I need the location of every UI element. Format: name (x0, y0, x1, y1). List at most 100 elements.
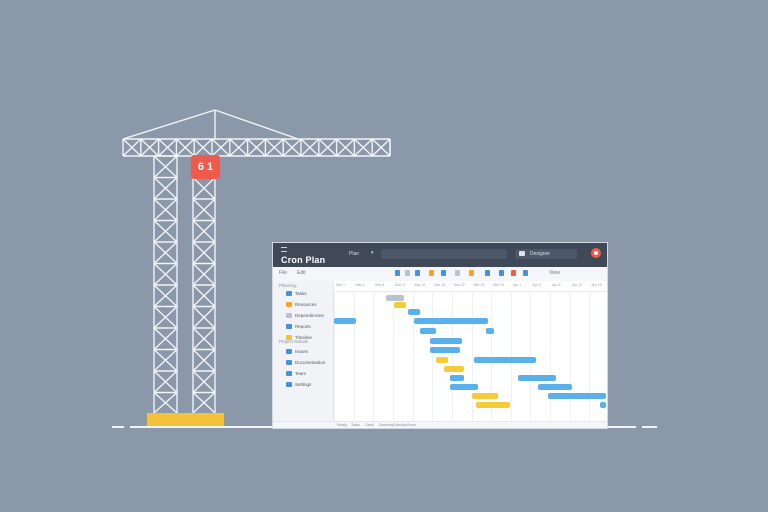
gantt-grid (334, 291, 607, 421)
sidebar-item-tasks[interactable]: Tasks (286, 291, 330, 298)
gantt-task-bar[interactable] (436, 357, 448, 363)
sidebar-item-documentation[interactable]: Documentation (286, 360, 330, 367)
flag-icon[interactable] (429, 270, 434, 276)
status-item[interactable]: Tasks (351, 423, 360, 427)
chevron-down-icon[interactable]: ▾ (371, 250, 374, 256)
timeline-column-label: Mar 15 (414, 283, 426, 287)
gantt-task-bar[interactable] (600, 402, 606, 408)
gantt-task-bar[interactable] (430, 338, 462, 344)
filter-icon[interactable] (455, 270, 460, 276)
sidebar-section-title: Project Details (279, 339, 309, 344)
toolbar-item[interactable]: Edit (297, 270, 306, 276)
status-item[interactable]: Zoom (407, 423, 416, 427)
grid-line (432, 291, 434, 421)
timeline-column-label: Mar 29 (493, 283, 505, 287)
status-bar: Ready Tasks Gantt Summary Calendar Zoom (273, 421, 607, 428)
timeline-column-label: Mar 11 (394, 283, 406, 287)
status-item[interactable]: Gantt (365, 423, 374, 427)
status-item[interactable]: Summary (379, 423, 394, 427)
gantt-task-bar[interactable] (538, 384, 572, 390)
gantt-task-bar[interactable] (420, 328, 436, 334)
gantt-task-bar[interactable] (408, 309, 420, 315)
gantt-task-bar[interactable] (518, 375, 556, 381)
item-icon (286, 371, 292, 376)
alert-icon[interactable] (511, 270, 516, 276)
gantt-task-bar[interactable] (414, 318, 488, 324)
gantt-task-bar[interactable] (386, 295, 404, 301)
gantt-task-bar[interactable] (444, 366, 464, 372)
gantt-task-bar[interactable] (472, 393, 498, 399)
sidebar-item-issues[interactable]: Issues (286, 349, 330, 356)
notification-icon[interactable] (591, 248, 601, 258)
grid-line (510, 291, 512, 421)
gantt-task-bar[interactable] (450, 384, 478, 390)
grid-line (392, 291, 394, 421)
timeline-column-label: Mar 1 (336, 283, 345, 287)
timeline-column-label: Apr 5 (532, 283, 541, 287)
folder-icon (286, 313, 292, 318)
grid-line (353, 291, 355, 421)
sidebar-item-dependencies[interactable]: Dependencies (286, 313, 330, 320)
gantt-task-bar[interactable] (548, 393, 606, 399)
calendar-icon[interactable] (405, 270, 410, 276)
timeline-column-label: Mar 18 (434, 283, 446, 287)
gantt-task-bar[interactable] (486, 328, 494, 334)
ground-gap (124, 426, 130, 428)
sidebar-item-label: Tasks (295, 291, 307, 296)
ground-gap (636, 426, 642, 428)
timeline-column-label: Apr 8 (552, 283, 561, 287)
app-name: Cron Plan (281, 255, 326, 265)
status-item[interactable]: Calendar (393, 423, 407, 427)
gantt-task-bar[interactable] (476, 402, 510, 408)
toolbar-item[interactable]: File (279, 270, 287, 276)
crane-base (147, 413, 224, 427)
search-input[interactable] (381, 249, 507, 259)
grid-line (334, 291, 335, 421)
milestone-icon[interactable] (469, 270, 474, 276)
folder-icon (286, 302, 292, 307)
grid-line (589, 291, 591, 421)
sidebar-section-title: Planning (279, 283, 297, 288)
link-icon[interactable] (415, 270, 420, 276)
grid-line (569, 291, 571, 421)
sidebar-item-label: Issues (295, 349, 309, 354)
toolbar: File Edit View (273, 267, 607, 282)
sidebar-item-team[interactable]: Team (286, 371, 330, 378)
grid-line (471, 291, 473, 421)
sidebar-item-resources[interactable]: Resources (286, 302, 330, 309)
export-icon[interactable] (523, 270, 528, 276)
timeline-column-label: Apr 15 (591, 283, 602, 287)
task-icon[interactable] (395, 270, 400, 276)
gantt-task-bar[interactable] (394, 302, 406, 308)
app-logo-icon (281, 247, 287, 252)
illustration-scene: 6 1 Cron Plan Plan ▾ Designer File Edit (0, 0, 768, 512)
grid-line (530, 291, 532, 421)
gantt-task-bar[interactable] (334, 318, 356, 324)
sidebar-item-label: Dependencies (295, 313, 324, 318)
gantt-task-bar[interactable] (474, 357, 536, 363)
resource-icon[interactable] (441, 270, 446, 276)
sidebar-item-reports[interactable]: Reports (286, 324, 330, 331)
grid-line (550, 291, 552, 421)
sidebar-item-settings[interactable]: Settings (286, 382, 330, 389)
item-icon (286, 360, 292, 365)
sidebar-item-label: Documentation (295, 360, 326, 365)
grid-line (373, 291, 375, 421)
sidebar-item-label: Resources (295, 302, 317, 307)
item-icon (286, 382, 292, 387)
timeline-column-label: Apr 12 (571, 283, 583, 287)
project-selector[interactable]: Plan (349, 251, 359, 257)
user-icon (519, 251, 525, 256)
toolbar-item[interactable]: View (549, 270, 560, 276)
sidebar-item-label: Reports (295, 324, 311, 329)
gantt-task-bar[interactable] (430, 347, 460, 353)
timeline-column-label: Mar 8 (375, 283, 385, 287)
sidebar-item-label: Team (295, 371, 307, 376)
gantt-task-bar[interactable] (450, 375, 464, 381)
share-icon[interactable] (485, 270, 490, 276)
item-icon (286, 349, 292, 354)
status-item[interactable]: Ready (337, 423, 347, 427)
timeline-column-label: Mar 25 (473, 283, 485, 287)
timeline-column-label: Mar 22 (453, 283, 465, 287)
chart-icon[interactable] (499, 270, 504, 276)
